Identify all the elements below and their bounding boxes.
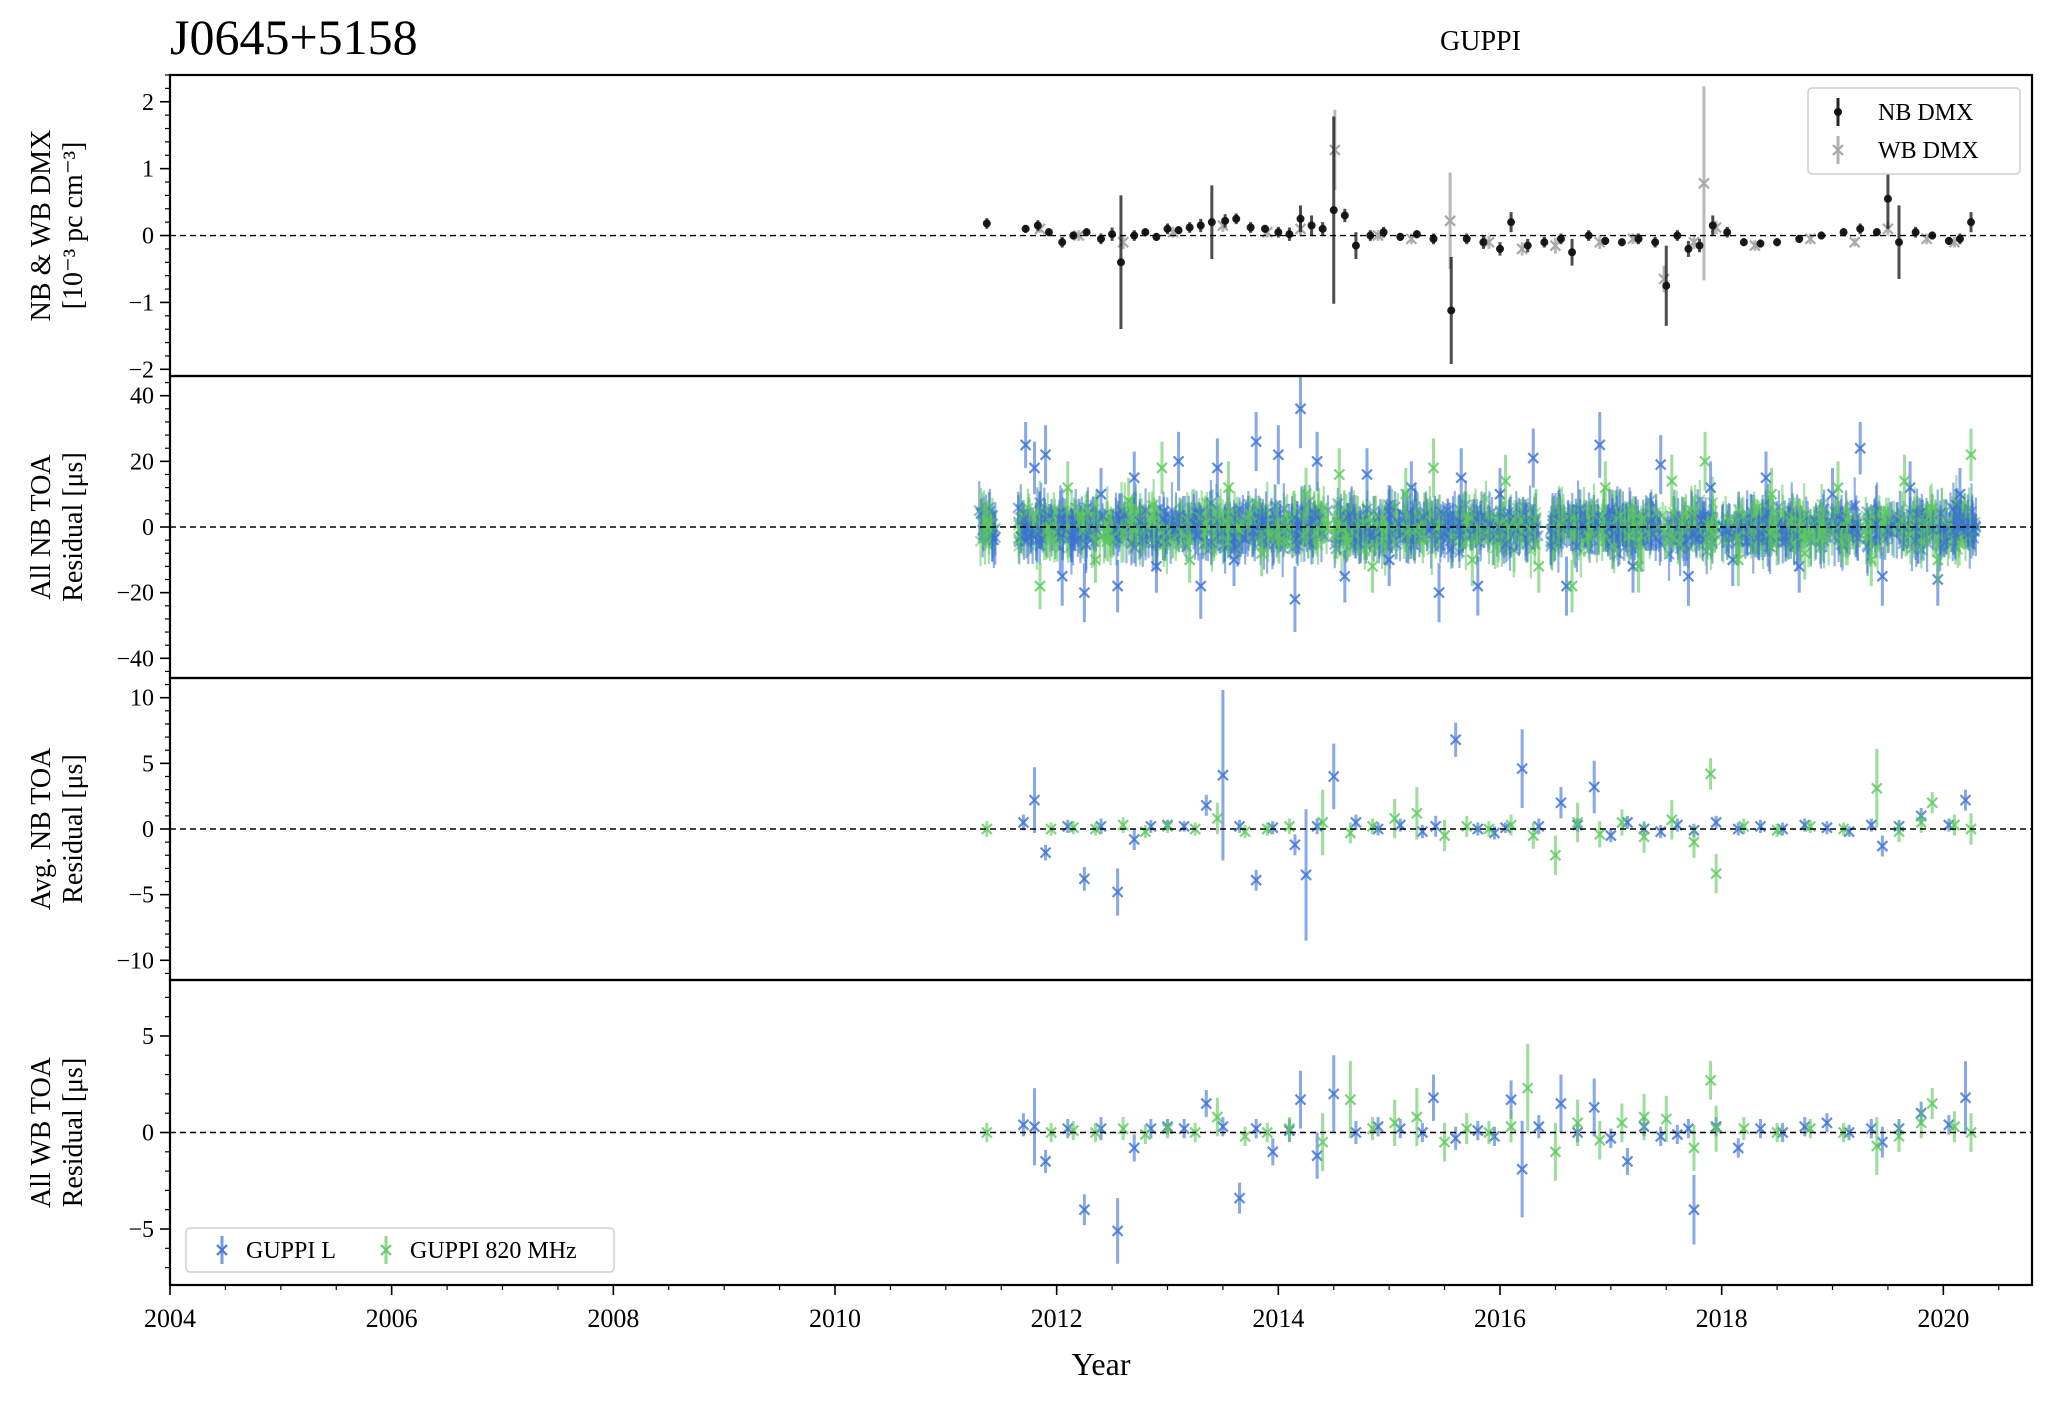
data-point (1479, 238, 1488, 247)
data-point (1033, 221, 1042, 230)
y-tick-label: −2 (128, 357, 154, 383)
data-point (1708, 221, 1717, 230)
y-tick-label: −20 (116, 581, 154, 607)
data-point (1662, 281, 1671, 290)
y-tick-label: 40 (130, 384, 154, 410)
data-point (1756, 239, 1765, 248)
y-axis-label: Residual [μs] (58, 452, 89, 602)
data-point (1296, 214, 1305, 223)
y-axis-label: NB & WB DMX (26, 130, 57, 322)
data-point (1523, 241, 1532, 250)
data-point (1021, 224, 1030, 233)
dmx-panel: −2 −1 0 1 2 NB & WB DMX [10⁻³ pc cm⁻³] NB DMX WB… (26, 73, 2034, 383)
data-point (1507, 218, 1516, 227)
data-point (1116, 258, 1125, 267)
data-point (1684, 244, 1693, 253)
data-point (1944, 236, 1953, 245)
data-point (1601, 236, 1610, 245)
data-point (1447, 306, 1456, 315)
data-point (1540, 238, 1549, 247)
legend-label: WB DMX (1878, 138, 1979, 164)
data-point (1232, 214, 1241, 223)
data-point (1285, 230, 1294, 239)
data-point (1108, 230, 1117, 239)
data-layer (981, 689, 1977, 941)
y-tick-label: 0 (142, 515, 154, 541)
y-tick-label: −40 (116, 646, 154, 672)
data-point (1340, 211, 1349, 220)
data-point (1617, 238, 1626, 247)
all-nb-panel: −40 −20 0 20 40 All NB TOA Residual [μs] (26, 374, 2034, 680)
data-point (1246, 223, 1255, 232)
plot-area: −2 −1 0 1 2 NB & WB DMX [10⁻³ pc cm⁻³] NB DMX WB… (26, 73, 2034, 1382)
avg-nb-panel: −10−50510Avg. NB TOA Residual [μs] (26, 676, 2034, 982)
data-point (1196, 221, 1205, 230)
legend-marker (1834, 108, 1842, 116)
data-point (1651, 238, 1660, 247)
y-axis-label: All NB TOA (26, 454, 57, 600)
data-point (1163, 224, 1172, 233)
data-point (1883, 194, 1892, 203)
legend-label: NB DMX (1878, 100, 1973, 126)
data-point (1739, 238, 1748, 247)
data-point (1396, 232, 1405, 241)
data-point (1185, 223, 1194, 232)
y-tick-label: 1 (142, 157, 154, 183)
data-point (982, 219, 991, 228)
y-tick-label: 0 (142, 224, 154, 250)
y-tick-label: 2 (142, 90, 154, 116)
data-point (1174, 226, 1183, 235)
figure: J0645+5158 GUPPI −2 −1 0 1 2 NB & WB DMX [10⁻³… (0, 0, 2051, 1404)
data-point (1318, 224, 1327, 233)
data-point (1207, 218, 1216, 227)
data-point (1568, 248, 1577, 257)
data-point (1773, 238, 1782, 247)
data-point (1695, 241, 1704, 250)
data-point (1329, 206, 1338, 215)
y-tick-label: −1 (128, 290, 154, 316)
panel-frame (168, 73, 2034, 378)
y-tick-label: 20 (130, 449, 154, 475)
data-point (1221, 216, 1230, 225)
data-point (1856, 224, 1865, 233)
data-point (1351, 241, 1360, 250)
data-point (1412, 230, 1421, 239)
data-point (1967, 218, 1976, 227)
data-point (1895, 238, 1903, 247)
data-point (1307, 221, 1316, 230)
y-axis-label: [10⁻³ pc cm⁻³] (58, 142, 89, 310)
data-point (1058, 238, 1067, 247)
data-point (1152, 232, 1161, 241)
data-point (1261, 224, 1270, 233)
data-point (1496, 244, 1504, 253)
data-layer (973, 376, 1982, 633)
